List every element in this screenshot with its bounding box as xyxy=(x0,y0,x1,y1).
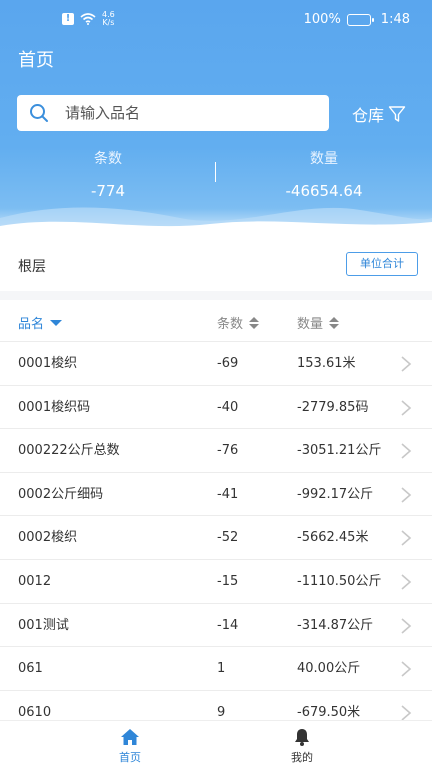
row-name: 0001梭织码 xyxy=(18,399,91,415)
filter-icon xyxy=(388,106,406,122)
sort-by-quantity-header[interactable]: 数量 xyxy=(297,313,340,332)
row-name: 0012 xyxy=(18,573,52,589)
chevron-right-icon xyxy=(401,705,412,720)
tab-home[interactable]: 首页 xyxy=(80,727,180,765)
alert-icon: ! xyxy=(62,13,74,25)
tab-me[interactable]: 我的 xyxy=(252,727,352,765)
search-icon xyxy=(30,104,48,122)
tab-home-label: 首页 xyxy=(119,751,141,764)
tab-me-label: 我的 xyxy=(291,751,313,764)
row-name: 0610 xyxy=(18,704,52,720)
level-section: 根层 单位合计 xyxy=(0,245,432,291)
sort-icon xyxy=(329,316,340,329)
table-row[interactable]: 0610 9 -679.50米 xyxy=(0,691,432,720)
unit-total-button[interactable]: 单位合计 xyxy=(346,252,418,276)
chevron-right-icon xyxy=(401,399,412,416)
row-quantity: -2779.85码 xyxy=(297,399,369,415)
caret-down-icon xyxy=(50,320,63,326)
row-quantity: -992.17公斤 xyxy=(297,486,374,502)
search-box[interactable] xyxy=(17,95,329,131)
chevron-right-icon xyxy=(401,530,412,546)
sort-icon xyxy=(249,316,260,329)
warehouse-filter-button[interactable]: 仓库 xyxy=(352,102,406,126)
row-name: 061 xyxy=(18,661,43,677)
quantity-stat: 数量 -46654.64 xyxy=(216,148,432,200)
table-row[interactable]: 0012 -15 -1110.50公斤 xyxy=(0,560,432,604)
row-count: 1 xyxy=(217,661,226,677)
row-count: 9 xyxy=(217,704,226,720)
section-title: 根层 xyxy=(18,259,46,275)
quantity-label: 数量 xyxy=(310,151,338,167)
chevron-right-icon xyxy=(401,661,412,677)
search-input[interactable] xyxy=(65,95,315,131)
name-header-label: 品名 xyxy=(18,317,45,332)
row-count: -41 xyxy=(217,486,239,502)
row-quantity: -3051.21公斤 xyxy=(297,443,382,459)
count-stat: 条数 -774 xyxy=(0,148,216,200)
header: ! 4.6 K/s 100% 1:48 首页 仓库 xyxy=(0,0,432,245)
table-row[interactable]: 000222公斤总数 -76 -3051.21公斤 xyxy=(0,429,432,473)
quantity-header-label: 数量 xyxy=(297,317,324,332)
count-header-label: 条数 xyxy=(217,317,244,332)
row-count: -69 xyxy=(217,356,239,371)
row-name: 0002公斤细码 xyxy=(18,486,104,502)
table-row[interactable]: 0002公斤细码 -41 -992.17公斤 xyxy=(0,473,432,517)
table-row[interactable]: 0001梭织码 -40 -2779.85码 xyxy=(0,386,432,430)
row-quantity: 40.00公斤 xyxy=(297,661,361,677)
row-name: 000222公斤总数 xyxy=(18,443,120,459)
chevron-right-icon xyxy=(401,443,412,459)
row-count: -14 xyxy=(217,617,239,633)
row-quantity: 153.61米 xyxy=(297,356,356,371)
table-row[interactable]: 0001梭织 -69 153.61米 xyxy=(0,342,432,386)
page-title: 首页 xyxy=(18,50,54,71)
row-count: -15 xyxy=(217,573,239,589)
clock: 1:48 xyxy=(380,12,410,27)
speed-unit: K/s xyxy=(102,18,115,27)
count-label: 条数 xyxy=(94,151,122,167)
row-quantity: -314.87公斤 xyxy=(297,617,374,633)
battery-percent: 100% xyxy=(303,12,341,27)
table-header: 品名 条数 数量 xyxy=(0,300,432,342)
row-name: 0001梭织 xyxy=(18,356,78,371)
battery-icon xyxy=(346,13,374,26)
table-row[interactable]: 061 1 40.00公斤 xyxy=(0,647,432,691)
table-row[interactable]: 001测试 -14 -314.87公斤 xyxy=(0,604,432,648)
status-bar: ! 4.6 K/s 100% 1:48 xyxy=(0,0,432,40)
quantity-value: -46654.64 xyxy=(285,182,363,200)
chevron-right-icon xyxy=(401,574,412,590)
row-count: -52 xyxy=(217,530,239,546)
count-value: -774 xyxy=(90,182,126,200)
warehouse-label: 仓库 xyxy=(352,106,385,125)
bottom-tab-bar: 首页 我的 xyxy=(0,720,432,768)
chevron-right-icon xyxy=(401,487,412,503)
row-quantity: -5662.45米 xyxy=(297,530,369,546)
chevron-right-icon xyxy=(401,617,412,634)
row-name: 0002梭织 xyxy=(18,530,78,546)
chevron-right-icon xyxy=(401,356,412,372)
summary-stats: 条数 -774 数量 -46654.64 xyxy=(0,148,432,208)
bell-icon xyxy=(295,729,309,746)
stock-table: 品名 条数 数量 0001梭织 -69 153.61米 0001梭织码 -40 … xyxy=(0,300,432,720)
row-quantity: -679.50米 xyxy=(297,704,361,720)
home-icon xyxy=(121,729,139,745)
sort-by-count-header[interactable]: 条数 xyxy=(217,313,260,332)
table-row[interactable]: 0002梭织 -52 -5662.45米 xyxy=(0,516,432,560)
wifi-icon xyxy=(80,13,96,25)
row-count: -76 xyxy=(217,443,239,459)
network-speed: 4.6 K/s xyxy=(102,11,115,27)
row-name: 001测试 xyxy=(18,617,69,633)
sort-by-name-header[interactable]: 品名 xyxy=(18,313,63,332)
row-quantity: -1110.50公斤 xyxy=(297,573,382,589)
row-count: -40 xyxy=(217,399,239,415)
